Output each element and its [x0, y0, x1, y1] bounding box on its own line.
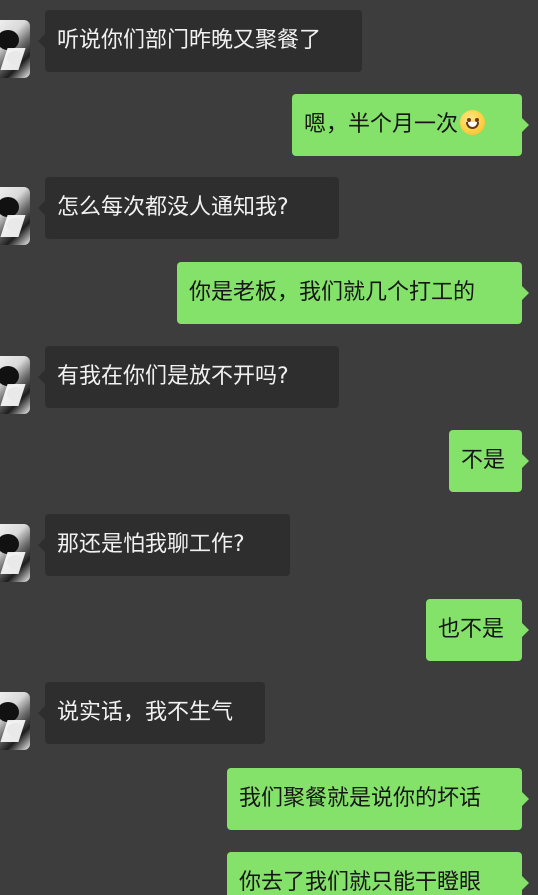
message-bubble-incoming[interactable]: 有我在你们是放不开吗?	[38, 346, 339, 408]
message-bubble-outgoing[interactable]: 也不是	[426, 599, 529, 661]
message-bubble-incoming[interactable]: 怎么每次都没人通知我?	[38, 177, 339, 239]
message-row-incoming: 怎么每次都没人通知我?	[0, 177, 538, 245]
message-bubble-incoming[interactable]: 那还是怕我聊工作?	[38, 514, 290, 576]
message-bubble-outgoing[interactable]: 嗯，半个月一次	[292, 94, 529, 156]
message-row-outgoing: 你去了我们就只能干瞪眼	[0, 852, 538, 895]
message-row-outgoing: 不是	[0, 430, 538, 492]
message-row-incoming: 说实话，我不生气	[0, 682, 538, 750]
message-row-incoming: 有我在你们是放不开吗?	[0, 346, 538, 414]
message-bubble-outgoing[interactable]: 不是	[449, 430, 529, 492]
sender-avatar[interactable]	[0, 187, 30, 245]
sender-avatar[interactable]	[0, 692, 30, 750]
message-bubble-incoming[interactable]: 说实话，我不生气	[38, 682, 265, 744]
message-bubble-outgoing[interactable]: 你去了我们就只能干瞪眼	[227, 852, 529, 895]
sender-avatar[interactable]	[0, 356, 30, 414]
grinning-face-emoji-icon	[460, 110, 486, 135]
message-text: 嗯，半个月一次	[304, 112, 459, 137]
sender-avatar[interactable]	[0, 524, 30, 582]
chat-conversation: 听说你们部门昨晚又聚餐了 嗯，半个月一次 怎么每次都没人通知我? 你是老板，我们…	[0, 0, 538, 895]
message-row-outgoing: 嗯，半个月一次	[0, 94, 538, 156]
message-row-outgoing: 你是老板，我们就几个打工的	[0, 262, 538, 324]
message-row-incoming: 那还是怕我聊工作?	[0, 514, 538, 582]
message-row-outgoing: 我们聚餐就是说你的坏话	[0, 768, 538, 830]
message-bubble-outgoing[interactable]: 你是老板，我们就几个打工的	[177, 262, 529, 324]
message-row-outgoing: 也不是	[0, 599, 538, 661]
message-row-incoming: 听说你们部门昨晚又聚餐了	[0, 10, 538, 78]
sender-avatar[interactable]	[0, 20, 30, 78]
message-bubble-incoming[interactable]: 听说你们部门昨晚又聚餐了	[38, 10, 362, 72]
message-bubble-outgoing[interactable]: 我们聚餐就是说你的坏话	[227, 768, 529, 830]
